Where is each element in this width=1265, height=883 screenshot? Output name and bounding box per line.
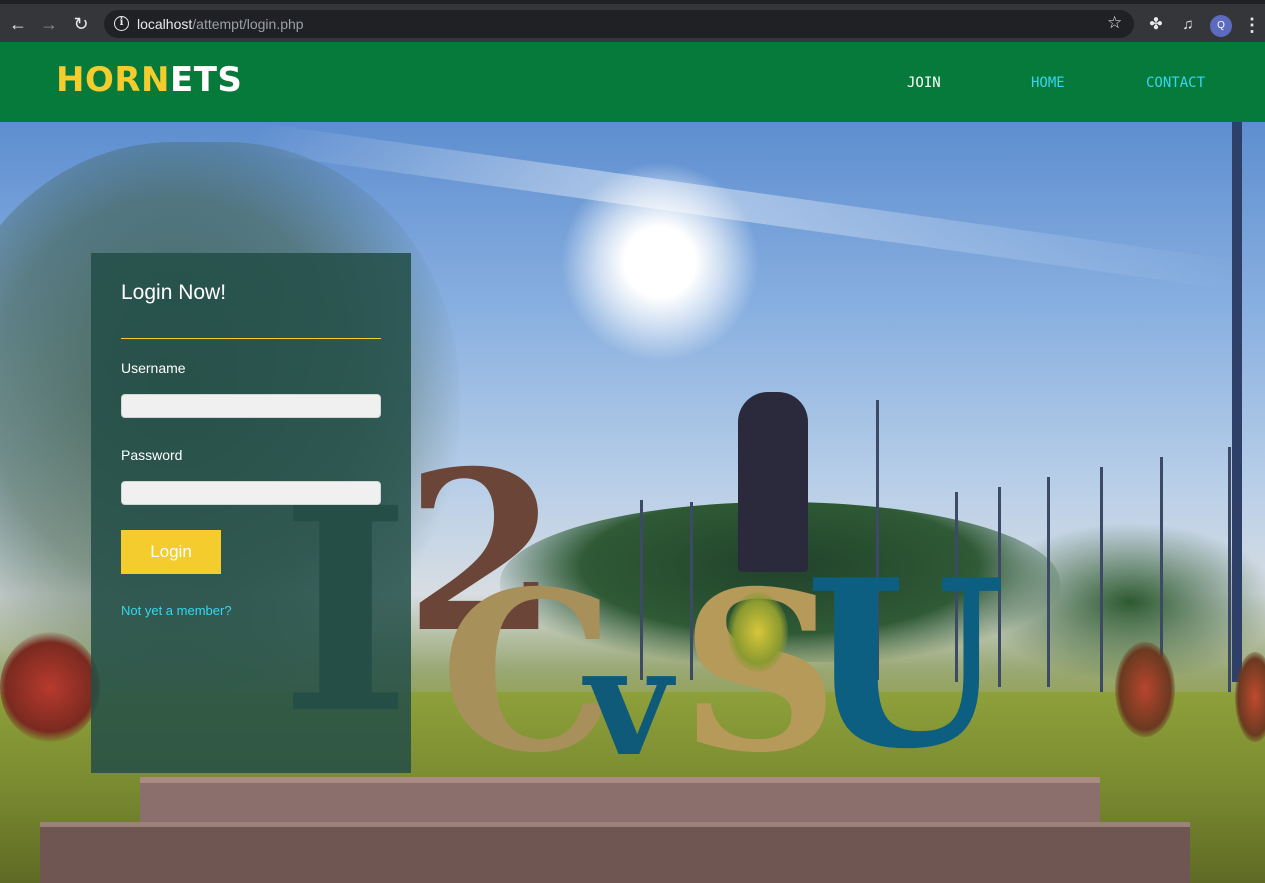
signage-letter: U bbox=[805, 530, 1006, 800]
flagpole bbox=[1047, 477, 1050, 687]
url-path: /attempt/login.php bbox=[192, 16, 304, 32]
signup-link[interactable]: Not yet a member? bbox=[121, 603, 232, 618]
signage-letter: v bbox=[585, 614, 673, 790]
bookmark-star-icon[interactable]: ☆ bbox=[1107, 13, 1122, 33]
flagpole bbox=[1228, 447, 1231, 692]
username-label: Username bbox=[121, 360, 186, 376]
nav-join-link[interactable]: JOIN bbox=[907, 75, 941, 91]
nav-contact-link[interactable]: CONTACT bbox=[1146, 75, 1205, 91]
media-control-icon[interactable]: ♫ bbox=[1178, 16, 1198, 34]
login-button[interactable]: Login bbox=[121, 530, 221, 574]
flagpole bbox=[1100, 467, 1103, 692]
sun bbox=[560, 162, 760, 362]
profile-avatar[interactable]: Q bbox=[1210, 15, 1232, 37]
browser-menu-icon[interactable]: ⋮ bbox=[1243, 15, 1261, 35]
flower-bush bbox=[1115, 642, 1175, 737]
url-host: localhost bbox=[137, 16, 193, 32]
username-input[interactable] bbox=[121, 394, 381, 418]
password-input[interactable] bbox=[121, 481, 381, 505]
forward-arrow-icon[interactable]: → bbox=[37, 14, 61, 34]
signage-plinth bbox=[140, 777, 1100, 827]
login-title: Login Now! bbox=[121, 281, 227, 304]
login-divider bbox=[121, 338, 381, 339]
site-header: HORNETS JOIN HOME CONTACT bbox=[0, 42, 1265, 122]
flagpole-large bbox=[1232, 122, 1242, 682]
yellow-shrub bbox=[728, 592, 788, 672]
signage-base bbox=[40, 822, 1190, 883]
site-logo[interactable]: HORNETS bbox=[56, 60, 242, 100]
browser-toolbar: ← → ↻ i localhost/attempt/login.php ☆ ✤ … bbox=[0, 0, 1265, 42]
login-panel: Login Now! Username Password Login Not y… bbox=[91, 253, 411, 773]
url-text[interactable]: localhost/attempt/login.php bbox=[137, 16, 304, 32]
nav-home-link[interactable]: HOME bbox=[1031, 75, 1065, 91]
extensions-puzzle-icon[interactable]: ✤ bbox=[1147, 16, 1165, 34]
reload-icon[interactable]: ↻ bbox=[69, 14, 93, 34]
logo-part-white: ETS bbox=[170, 60, 243, 100]
flower-bush bbox=[0, 632, 100, 742]
logo-part-yellow: HORN bbox=[56, 60, 170, 100]
back-arrow-icon[interactable]: ← bbox=[6, 14, 30, 34]
password-label: Password bbox=[121, 447, 183, 463]
address-bar[interactable]: i localhost/attempt/login.php ☆ bbox=[104, 10, 1134, 38]
site-info-icon[interactable]: i bbox=[114, 16, 129, 31]
